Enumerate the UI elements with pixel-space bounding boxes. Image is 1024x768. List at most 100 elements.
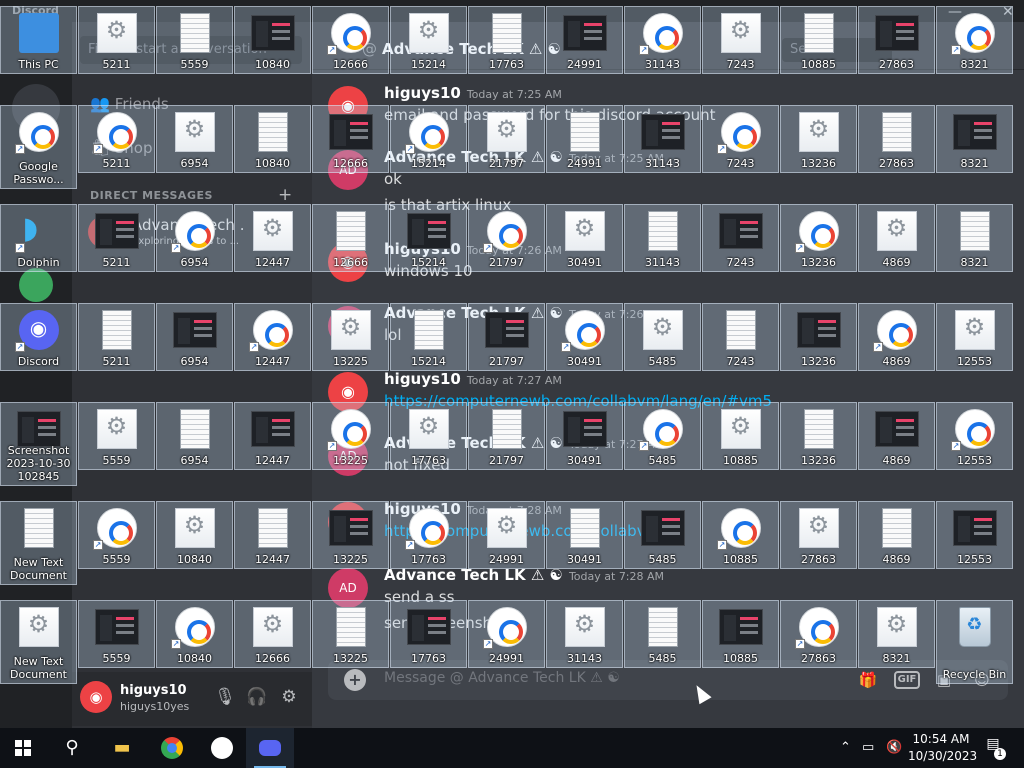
desktop-icon[interactable]: 13236 (780, 402, 857, 470)
desktop-icon[interactable]: 5559 (156, 6, 233, 74)
desktop-icon[interactable]: 5211 (78, 303, 155, 371)
desktop-icon[interactable]: 7243 (702, 6, 779, 74)
desktop-icon[interactable]: 4869 (858, 501, 935, 569)
desktop-icon[interactable]: ↗ Dolphin (0, 204, 77, 272)
desktop-icon[interactable]: ↗ 5485 (624, 402, 701, 470)
desktop-icon[interactable]: Screenshot 2023-10-30 102845 (0, 402, 77, 486)
desktop-icon[interactable]: 27863 (858, 105, 935, 173)
desktop-icon[interactable]: 30491 (546, 501, 623, 569)
desktop-icon[interactable]: ↗ 5559 (78, 501, 155, 569)
desktop-icon[interactable]: 7243 (702, 204, 779, 272)
desktop-icon[interactable]: 17763 (390, 402, 467, 470)
desktop-icon[interactable]: 5485 (624, 600, 701, 668)
desktop-icon[interactable]: ↗ 30491 (546, 303, 623, 371)
desktop-icon[interactable]: 10840 (234, 6, 311, 74)
discord-icon[interactable] (246, 728, 294, 768)
desktop-icon[interactable]: ↗ 6954 (156, 204, 233, 272)
desktop-icon[interactable]: 13236 (780, 105, 857, 173)
clock[interactable]: 10:54 AM 10/30/2023 (908, 731, 977, 765)
desktop-icon[interactable]: 8321 (936, 105, 1013, 173)
desktop-icon[interactable]: ↗ 12447 (234, 303, 311, 371)
desktop-icon[interactable]: 12666 (312, 105, 389, 173)
notification-icon[interactable]: ▤ 1 (980, 736, 1006, 760)
desktop-icon[interactable]: 12447 (234, 402, 311, 470)
desktop-icon[interactable]: 13225 (312, 501, 389, 569)
desktop-icon[interactable]: 10885 (780, 6, 857, 74)
desktop-icon[interactable]: 12553 (936, 501, 1013, 569)
desktop-icon[interactable]: 24991 (468, 501, 545, 569)
desktop-icon[interactable]: 17763 (468, 6, 545, 74)
desktop-icon[interactable]: 12447 (234, 204, 311, 272)
desktop-icon[interactable]: 4869 (858, 402, 935, 470)
desktop-icon[interactable]: 24991 (546, 105, 623, 173)
desktop-icon[interactable]: 27863 (780, 501, 857, 569)
desktop-icon[interactable]: ↗ 7243 (702, 105, 779, 173)
desktop-icon[interactable]: ↗ 5211 (78, 105, 155, 173)
desktop-icon[interactable]: 31143 (624, 204, 701, 272)
desktop-icon[interactable]: 5559 (78, 600, 155, 668)
chrome-icon[interactable] (148, 728, 196, 768)
desktop-icon[interactable]: 5559 (78, 402, 155, 470)
desktop-icon[interactable]: ↗ 4869 (858, 303, 935, 371)
key-icon[interactable] (198, 728, 246, 768)
desktop-icon[interactable]: ↗ 21797 (468, 204, 545, 272)
desktop-icon[interactable]: 6954 (156, 402, 233, 470)
desktop-icon[interactable]: 21797 (468, 105, 545, 173)
desktop-icon[interactable]: 5211 (78, 204, 155, 272)
desktop-icon[interactable]: ↗ Google Passwo... (0, 105, 77, 189)
desktop-icon[interactable]: 15214 (390, 6, 467, 74)
desktop-icon[interactable]: 10885 (702, 600, 779, 668)
search-icon[interactable]: ⚲ (48, 728, 96, 768)
desktop-icon[interactable]: New Text Document (0, 501, 77, 585)
desktop-icon[interactable]: ↗ Discord (0, 303, 77, 371)
desktop-icon[interactable]: 8321 (936, 204, 1013, 272)
desktop-icon[interactable]: ↗ 27863 (780, 600, 857, 668)
windows-icon[interactable] (0, 728, 48, 768)
folder-icon[interactable]: ▬ (98, 728, 146, 768)
desktop-icon[interactable]: ↗ 31143 (624, 6, 701, 74)
desktop-icon[interactable]: 13236 (780, 303, 857, 371)
volume-muted-icon[interactable]: 🔇 (886, 740, 902, 755)
desktop-icon[interactable]: ↗ 12553 (936, 402, 1013, 470)
chevron-up-icon[interactable]: ⌃ (840, 740, 851, 755)
desktop-icon[interactable]: Recycle Bin (936, 600, 1013, 684)
desktop-icon[interactable]: 5485 (624, 303, 701, 371)
desktop-icon[interactable]: This PC (0, 6, 77, 74)
desktop-icon[interactable]: 7243 (702, 303, 779, 371)
desktop-icon[interactable]: 12666 (234, 600, 311, 668)
network-icon[interactable]: ▭ (862, 740, 874, 755)
desktop-icon[interactable]: 30491 (546, 402, 623, 470)
desktop-icon[interactable]: 31143 (546, 600, 623, 668)
desktop-icon[interactable]: 12666 (312, 204, 389, 272)
desktop-icon[interactable]: ↗ 8321 (936, 6, 1013, 74)
desktop-icon[interactable]: 13225 (312, 303, 389, 371)
desktop-icon[interactable]: 31143 (624, 105, 701, 173)
desktop-icon[interactable]: 12553 (936, 303, 1013, 371)
desktop-icon[interactable]: 5485 (624, 501, 701, 569)
desktop-icon[interactable]: 15214 (390, 303, 467, 371)
desktop-icon[interactable]: 8321 (858, 600, 935, 668)
desktop-icon[interactable]: ↗ 17763 (390, 501, 467, 569)
desktop-icon[interactable]: 10840 (234, 105, 311, 173)
desktop-icon[interactable]: 4869 (858, 204, 935, 272)
desktop-icon[interactable]: 30491 (546, 204, 623, 272)
desktop-icon[interactable]: ↗ 12666 (312, 6, 389, 74)
desktop-icon[interactable]: ↗ 24991 (468, 600, 545, 668)
desktop-icon[interactable]: 13225 (312, 600, 389, 668)
desktop-icon[interactable]: ↗ 15214 (390, 105, 467, 173)
desktop-icon[interactable]: New Text Document (0, 600, 77, 684)
desktop-icon[interactable]: 6954 (156, 105, 233, 173)
desktop-icon[interactable]: 21797 (468, 402, 545, 470)
desktop-icon[interactable]: 15214 (390, 204, 467, 272)
desktop-icon[interactable]: 5211 (78, 6, 155, 74)
desktop-icon[interactable]: ↗ 13225 (312, 402, 389, 470)
desktop-icon[interactable]: ↗ 13236 (780, 204, 857, 272)
desktop-icon[interactable]: 24991 (546, 6, 623, 74)
desktop-icon[interactable]: 10840 (156, 501, 233, 569)
desktop-icon[interactable]: ↗ 10885 (702, 501, 779, 569)
desktop-icon[interactable]: 17763 (390, 600, 467, 668)
desktop-icon[interactable]: 27863 (858, 6, 935, 74)
desktop-icon[interactable]: 6954 (156, 303, 233, 371)
desktop-icon[interactable]: 21797 (468, 303, 545, 371)
desktop-icon[interactable]: 10885 (702, 402, 779, 470)
